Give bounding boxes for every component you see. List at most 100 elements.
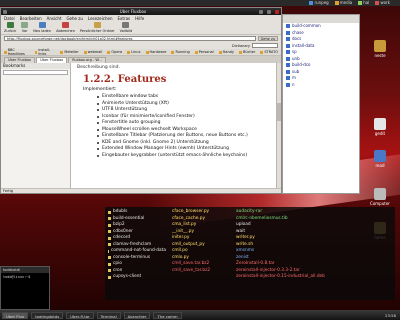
close-icon[interactable]: [275, 9, 279, 14]
desktop-icon-neste[interactable]: neste: [368, 40, 392, 58]
taskbar-item[interactable]: Uber-fl-tar: [66, 311, 94, 319]
bookmark-item[interactable]: Bücher: [238, 50, 256, 54]
sidebar-search-input[interactable]: [3, 70, 68, 75]
file-icon: [108, 210, 111, 214]
back-button[interactable]: Zurück: [4, 22, 16, 33]
file-icon: [108, 275, 111, 279]
folder-icon: [286, 43, 290, 48]
bookmark-item[interactable]: Handy: [218, 50, 234, 54]
file-entry[interactable]: cmll_save_tar.bz2: [172, 268, 230, 275]
bookmark-icon: [218, 50, 222, 54]
taskbar-item[interactable]: toddngdotds: [31, 311, 64, 319]
bookmark-label: Bücher: [242, 50, 256, 54]
file-item[interactable]: n: [283, 82, 359, 89]
bookmark-label: Hardware: [149, 50, 167, 54]
folder-icon: [286, 63, 290, 68]
menu-ansicht[interactable]: Ansicht: [47, 16, 62, 21]
file-entry[interactable]: cupsys-client: [108, 274, 166, 281]
desktop-icon-label: read: [375, 163, 385, 168]
file-icon: [108, 249, 109, 253]
menu-extras[interactable]: Extras: [117, 16, 130, 21]
menu-hilfe[interactable]: Hilfe: [135, 16, 144, 21]
implemented-label: Implementiert:: [83, 87, 117, 92]
panel-item-work[interactable]: work: [375, 0, 390, 6]
taskbar-item[interactable]: Terminal: [96, 311, 121, 319]
desktop-icon-label: Computer: [370, 201, 390, 206]
bookmark-icon: [60, 50, 64, 54]
search-input[interactable]: [252, 43, 278, 48]
bookmark-item[interactable]: Running: [171, 50, 190, 54]
terminal-body[interactable]: todd@linux:~$: [1, 273, 49, 281]
stop-label: Abbrechen: [56, 29, 75, 33]
bookmark-item[interactable]: Personal: [194, 50, 214, 54]
menu-datei[interactable]: Datei: [4, 16, 15, 21]
minimize-icon[interactable]: [259, 9, 263, 14]
bookmark-item[interactable]: install-links: [34, 48, 56, 56]
bookmark-item[interactable]: BBC Headlines: [4, 48, 30, 56]
taskbar-item[interactable]: Uber Flux: [2, 311, 29, 319]
file-icon: [108, 230, 111, 234]
folder-icon: [286, 76, 290, 81]
folder-icon: [286, 50, 290, 55]
bookmark-item[interactable]: Opera: [107, 50, 122, 54]
panel-label: runpeg: [314, 0, 329, 5]
bookmark-item[interactable]: Hardware: [145, 50, 167, 54]
bookmark-label: Handy: [222, 50, 234, 54]
browser-window: Uber Fluxbox Datei Bearbeiten Ansicht Ge…: [0, 7, 282, 194]
panel-label: hal: [363, 0, 370, 5]
bookmark-item[interactable]: STRATO: [260, 50, 278, 54]
panel-item-media[interactable]: media: [334, 0, 352, 6]
feature-text: Eingebauter keygrabber (unterstützt emac…: [102, 152, 248, 158]
taskbar-item[interactable]: The comm: [153, 311, 182, 319]
browser-titlebar[interactable]: Uber Fluxbox: [1, 8, 281, 15]
stop-icon: [62, 22, 69, 28]
bookmark-item[interactable]: Linux: [127, 50, 141, 54]
stop-button[interactable]: Abbrechen: [56, 22, 75, 33]
menu-gehe-zu[interactable]: Gehe zu: [66, 16, 82, 21]
maximize-icon[interactable]: [267, 9, 271, 14]
bookmark-icon: [83, 50, 87, 54]
scrollbar-thumb[interactable]: [277, 103, 281, 121]
taskbar-item[interactable]: Avanchier: [123, 311, 151, 319]
reload-button[interactable]: Neu laden: [33, 22, 51, 33]
feature-item: Eingebauter keygrabber (unterstützt emac…: [97, 153, 275, 160]
page-scrollbar[interactable]: [276, 63, 281, 193]
bookmark-icon: [238, 50, 242, 54]
desktop-icon-read[interactable]: read: [368, 150, 392, 168]
lead-text: Beschreibung sind.: [77, 65, 120, 70]
file-listing: bdubls build-essential bzip2 cdbs0ner cd…: [105, 207, 395, 300]
bookmark-label: STRATO: [264, 50, 278, 54]
file-entry[interactable]: zeroinstall-injector-0.15-industrial_all…: [236, 274, 328, 281]
reload-icon: [38, 22, 46, 28]
bookmarks-sidebar: Bookmarks: [1, 63, 71, 193]
url-input[interactable]: http://fluxbox.sourceforge.net/docbook/e…: [4, 36, 256, 41]
menu-bearbeiten[interactable]: Bearbeiten: [20, 16, 42, 21]
dictionary-label: Dictionary: [232, 43, 250, 48]
desktop-icon-gedit[interactable]: gedit: [368, 118, 392, 136]
panel-item-hal[interactable]: hal: [358, 0, 369, 6]
work-icon: [375, 1, 380, 5]
panel-item-runpeg[interactable]: runpeg: [309, 0, 329, 6]
terminal-prompt: todd@linux:~$: [3, 275, 31, 279]
home-button[interactable]: Persönlicher Ordner: [80, 22, 115, 33]
bookmark-item[interactable]: webmail: [83, 50, 102, 54]
fullscreen-button[interactable]: Vollbild: [120, 22, 132, 33]
bookmark-item[interactable]: Meteller: [60, 50, 79, 54]
window-title: Uber Fluxbox: [119, 9, 147, 14]
forward-button[interactable]: Vor: [21, 22, 29, 33]
window-menu-icon[interactable]: [3, 9, 7, 14]
folder-icon: [286, 30, 290, 35]
folder-icon: [286, 82, 290, 87]
file-column-1: bdubls build-essential bzip2 cdbs0ner cd…: [105, 207, 169, 300]
bookmark-label: Opera: [111, 50, 123, 54]
terminal-window[interactable]: toddnotdi todd@linux:~$: [0, 266, 50, 310]
status-bar: Fertig: [1, 188, 281, 193]
go-button[interactable]: Gehe zu: [257, 36, 278, 41]
bookmark-icon: [145, 50, 149, 54]
file-name: cmll_save_tar.bz2: [172, 267, 211, 273]
menu-lesezeichen[interactable]: Lesezeichen: [88, 16, 113, 21]
forward-arrow-icon: [21, 22, 29, 28]
bookmark-label: Running: [175, 50, 190, 54]
bookmarks-toolbar: BBC Headlines install-links Meteller web…: [1, 48, 281, 56]
desktop-icon-computer[interactable]: Computer: [368, 188, 392, 206]
